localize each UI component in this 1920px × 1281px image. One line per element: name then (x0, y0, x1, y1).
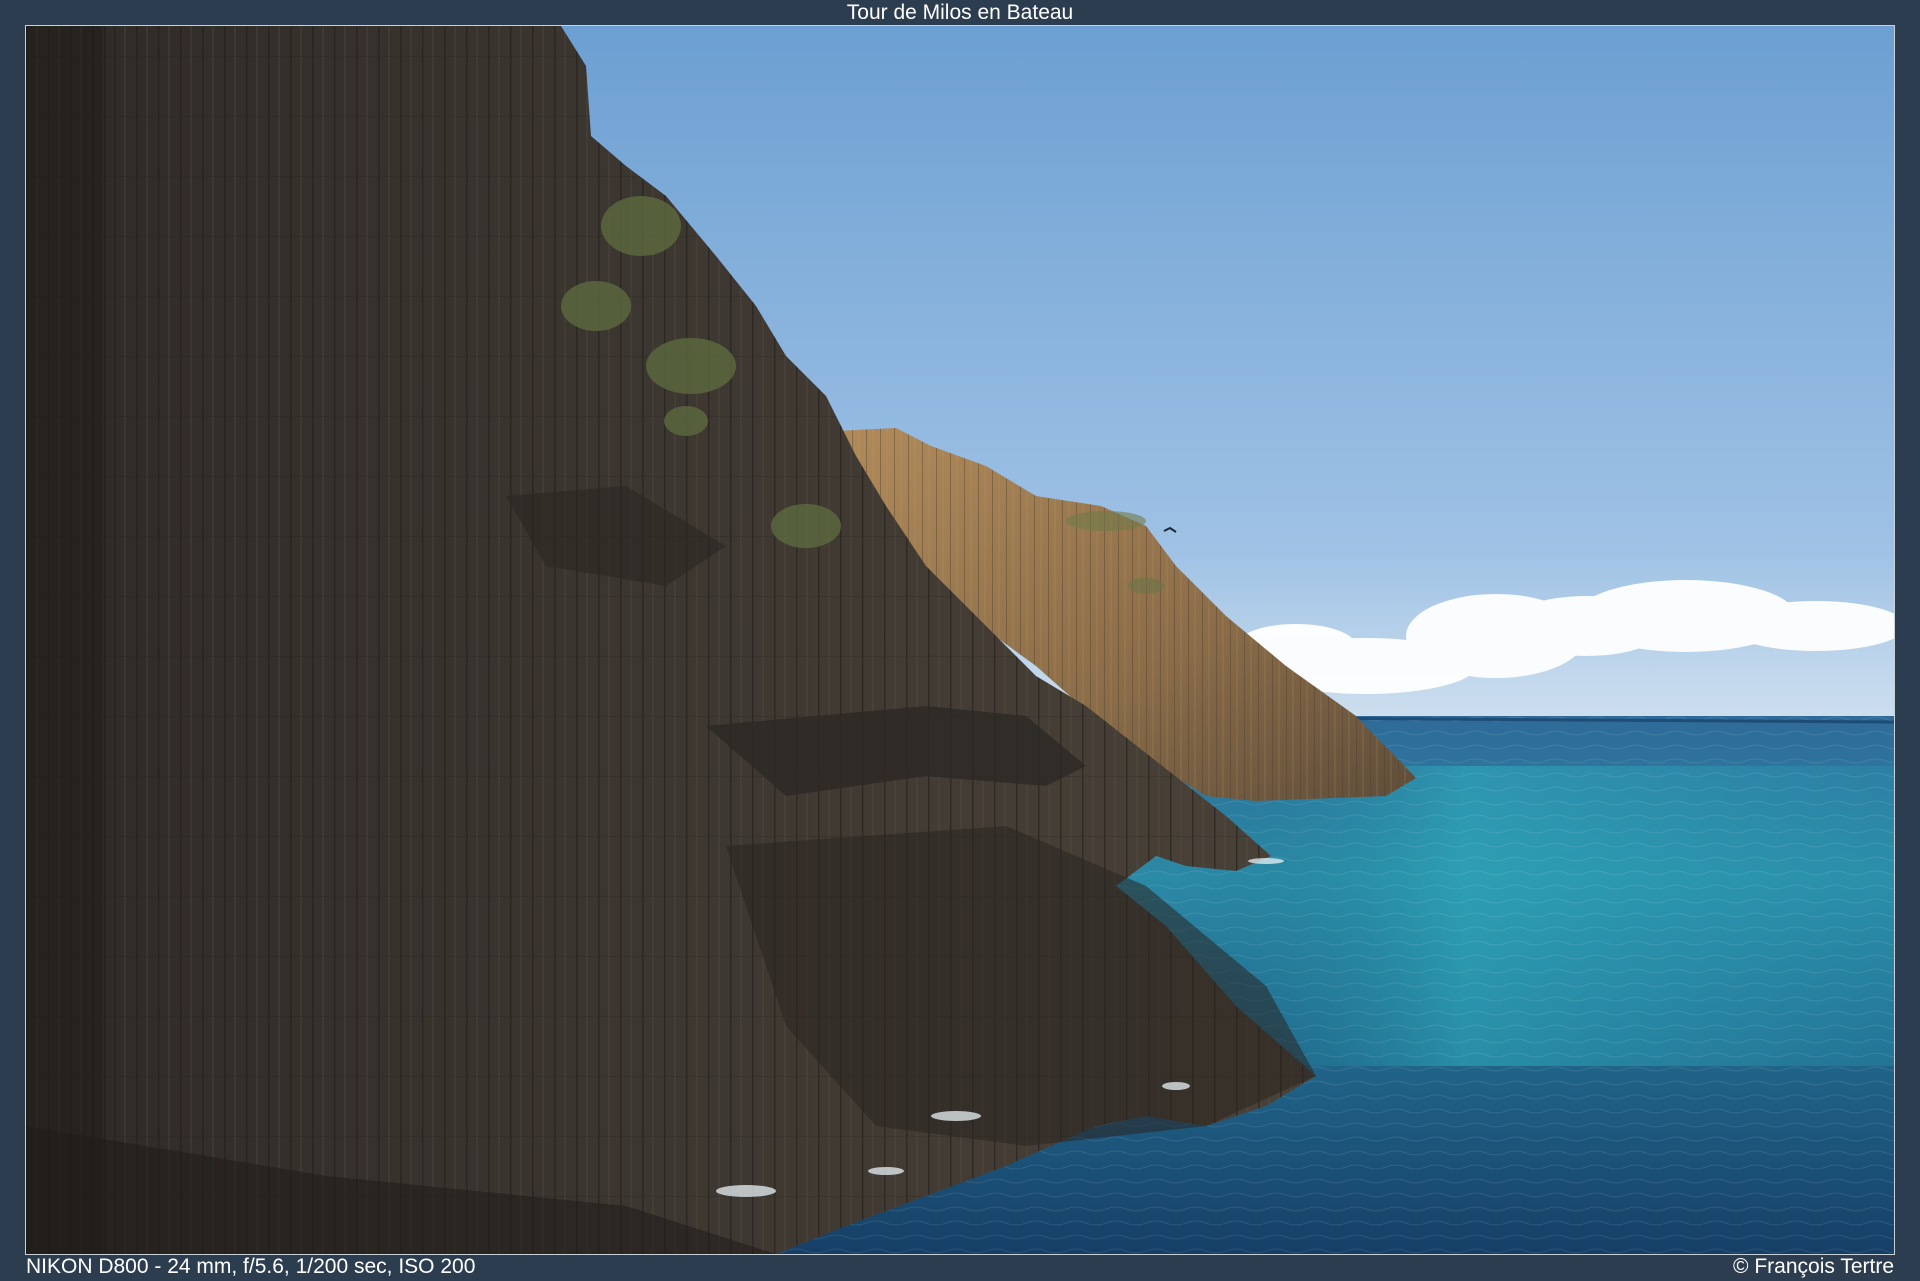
exif-caption: NIKON D800 - 24 mm, f/5.6, 1/200 sec, IS… (26, 1255, 476, 1278)
photo[interactable] (25, 25, 1895, 1255)
copyright-caption: © François Tertre (1733, 1255, 1894, 1278)
photo-title: Tour de Milos en Bateau (846, 1, 1074, 24)
photo-image (26, 26, 1894, 1254)
viewer-frame: Tour de Milos en Bateau NIKON D800 - 24 … (0, 0, 1920, 1281)
